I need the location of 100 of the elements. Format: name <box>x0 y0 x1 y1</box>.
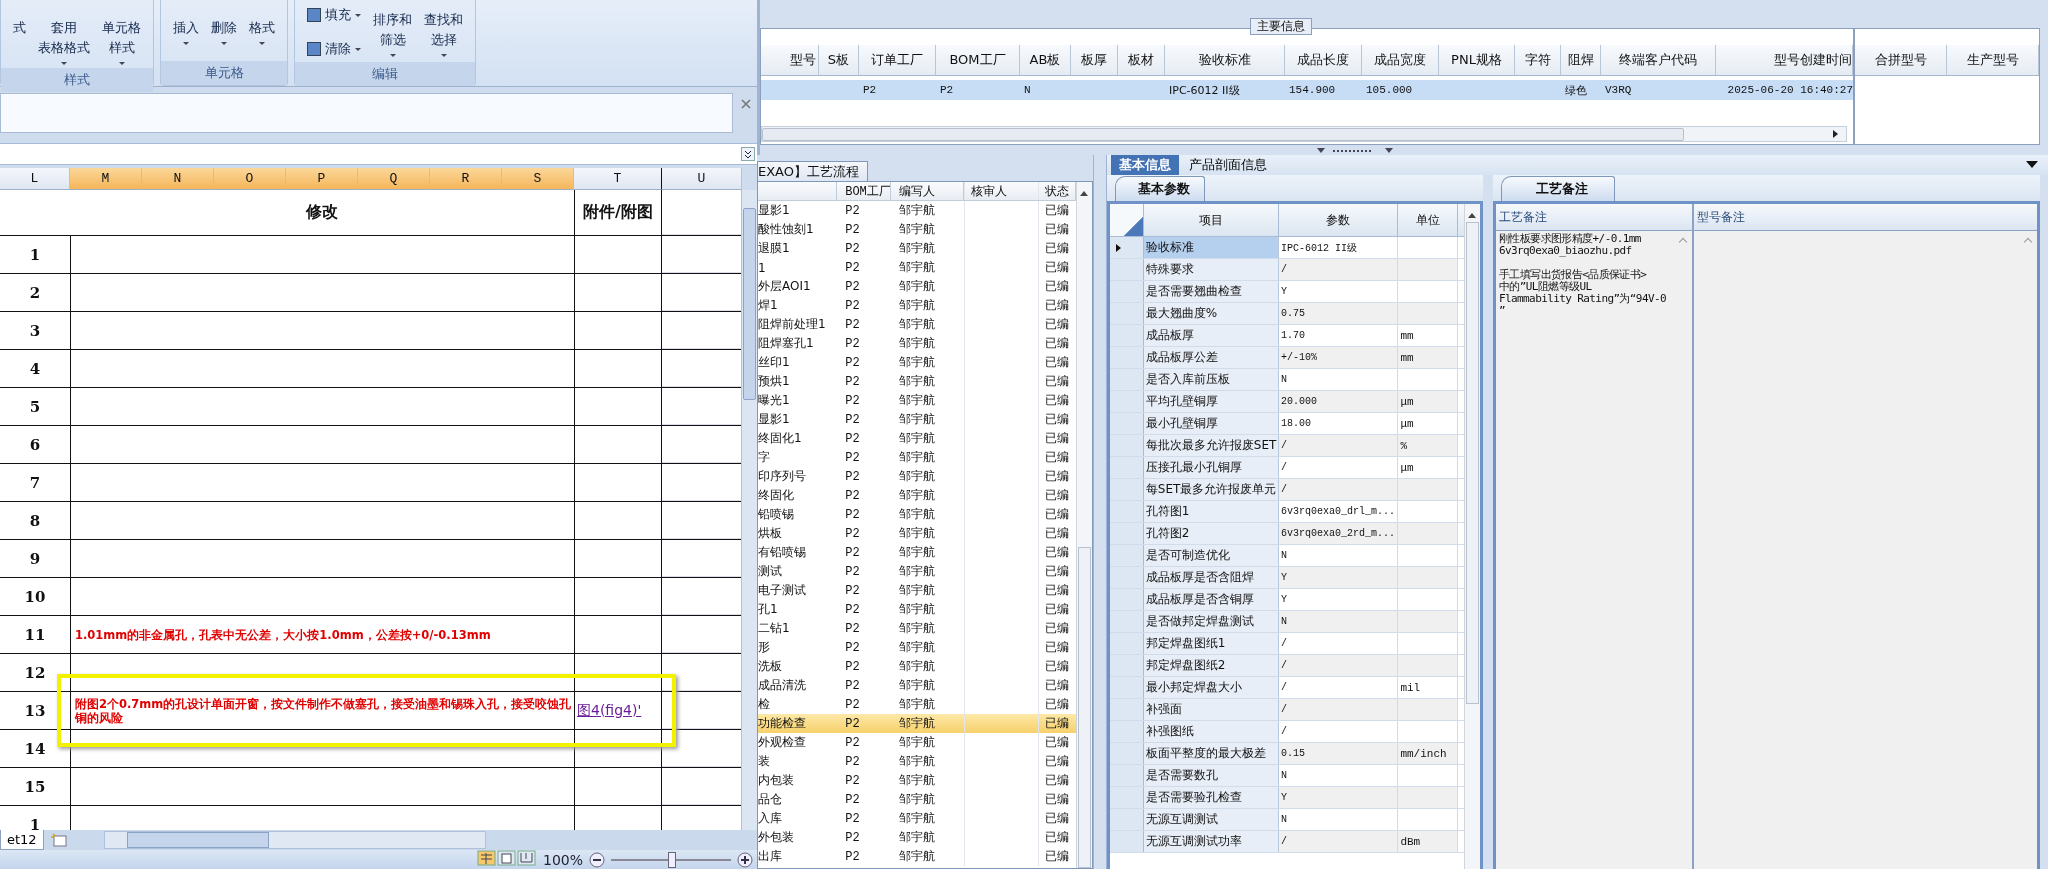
table-row[interactable]: 酸性蚀刻1 P2 邹宇航 已编 <box>758 220 1076 239</box>
ribbon-button[interactable]: 插入 <box>169 0 203 48</box>
tab[interactable]: 产品剖面信息 <box>1181 155 1275 175</box>
table-row[interactable]: 测试 P2 邹宇航 已编 <box>758 562 1076 581</box>
column-header[interactable]: BOM工厂 <box>837 182 891 200</box>
table-row[interactable]: 预烘1 P2 邹宇航 已编 <box>758 372 1076 391</box>
table-row[interactable]: 外层AOI1 P2 邹宇航 已编 <box>758 277 1076 296</box>
scrollbar[interactable] <box>741 190 757 830</box>
row-header[interactable] <box>1110 237 1144 258</box>
ribbon-button[interactable]: 式 <box>9 0 30 38</box>
column-header[interactable]: 板材 <box>1118 45 1165 75</box>
scrollbar[interactable] <box>761 126 1847 142</box>
table-row[interactable]: 退膜1 P2 邹宇航 已编 <box>758 239 1076 258</box>
column-header[interactable]: 生产型号 <box>1947 45 2039 75</box>
ribbon-button[interactable]: 格式 <box>245 0 279 48</box>
column-header[interactable]: 项目 <box>1143 204 1280 236</box>
table-row[interactable]: 阻焊前处理1 P2 邹宇航 已编 <box>758 315 1076 334</box>
table-row[interactable]: 终固化1 P2 邹宇航 已编 <box>758 429 1076 448</box>
table-row[interactable]: 显影1 P2 邹宇航 已编 <box>758 410 1076 429</box>
scrollbar[interactable] <box>1076 182 1092 868</box>
table-row[interactable]: 二钻1 P2 邹宇航 已编 <box>758 619 1076 638</box>
sheet-tab[interactable]: et12 <box>0 830 44 850</box>
column-header[interactable]: 成品宽度 <box>1362 45 1439 75</box>
dropdown-icon[interactable] <box>2026 161 2038 169</box>
table-row[interactable]: 入库 P2 邹宇航 已编 <box>758 809 1076 828</box>
column-header[interactable]: BOM工厂 <box>936 45 1020 75</box>
column-header[interactable]: AB板 <box>1020 45 1071 75</box>
table-row[interactable]: 装 P2 邹宇航 已编 <box>758 752 1076 771</box>
column-header[interactable]: 板厚 <box>1071 45 1118 75</box>
panel-tab[interactable]: 工艺备注 <box>1501 176 1615 201</box>
view-buttons[interactable] <box>476 850 537 869</box>
corner-header[interactable] <box>1110 204 1144 236</box>
table-row[interactable]: 字 P2 邹宇航 已编 <box>758 448 1076 467</box>
table-cell-text: 功能检查 <box>758 715 807 732</box>
close-icon[interactable] <box>741 99 751 109</box>
column-header[interactable]: L <box>0 168 70 190</box>
panel-tab[interactable]: 基本参数 <box>1115 176 1205 201</box>
table-row[interactable]: 外包装 P2 邹宇航 已编 <box>758 828 1076 847</box>
table-row[interactable]: 品仓 P2 邹宇航 已编 <box>758 790 1076 809</box>
column-header[interactable]: S <box>502 168 574 190</box>
column-header[interactable]: PNL规格 <box>1439 45 1515 75</box>
table-row[interactable]: P2 P2 N IPC-6012 II级 154.900 105.000 绿色 V3RQ 2025-06-20 16:40:27 <box>761 80 1853 100</box>
table-row[interactable]: 成品清洗 P2 邹宇航 已编 <box>758 676 1076 695</box>
column-header[interactable]: 订单工厂 <box>859 45 936 75</box>
expand-icon[interactable] <box>741 147 755 161</box>
column-header[interactable]: 参数 <box>1279 204 1399 236</box>
column-header[interactable]: Q <box>358 168 430 190</box>
ribbon-button[interactable]: 填充 <box>303 4 365 26</box>
table-row[interactable]: 内包装 P2 邹宇航 已编 <box>758 771 1076 790</box>
column-header[interactable]: P <box>286 168 358 190</box>
column-header[interactable]: 阻焊 <box>1561 45 1601 75</box>
column-header[interactable]: 验收标准 <box>1165 45 1285 75</box>
ribbon-button[interactable]: 清除 <box>303 38 365 60</box>
table-row[interactable]: 1 P2 邹宇航 已编 <box>758 258 1076 277</box>
column-header[interactable]: 字符 <box>1515 45 1561 75</box>
splitter-handle[interactable] <box>1315 147 1395 155</box>
zoom-out-icon[interactable] <box>589 851 605 868</box>
zoom-in-icon[interactable] <box>737 851 753 868</box>
table-row[interactable]: 终固化 P2 邹宇航 已编 <box>758 486 1076 505</box>
column-header[interactable]: 型号创建时间 <box>1716 45 1853 75</box>
column-header[interactable]: 编写人 <box>890 182 965 200</box>
column-header[interactable]: M <box>70 168 142 190</box>
table-row[interactable]: 烘板 P2 邹宇航 已编 <box>758 524 1076 543</box>
column-header[interactable]: 终端客户代码 <box>1601 45 1716 75</box>
column-header[interactable]: R <box>430 168 502 190</box>
table-row[interactable]: 曝光1 P2 邹宇航 已编 <box>758 391 1076 410</box>
column-header[interactable]: N <box>142 168 214 190</box>
table-row[interactable]: 功能检查 P2 邹宇航 已编 <box>758 714 1076 733</box>
panel-tab[interactable]: EXAO】工艺流程 <box>757 161 869 181</box>
column-header[interactable]: U <box>662 168 742 190</box>
scrollbar[interactable] <box>1464 204 1480 869</box>
column-header[interactable]: 成品长度 <box>1285 45 1362 75</box>
table-row[interactable]: 出库 P2 邹宇航 已编 <box>758 847 1076 866</box>
attachment-link[interactable]: 图4(fig4)' <box>575 701 642 720</box>
table-row[interactable]: 孔1 P2 邹宇航 已编 <box>758 600 1076 619</box>
table-row[interactable]: 电子测试 P2 邹宇航 已编 <box>758 581 1076 600</box>
table-row[interactable]: 铅喷锡 P2 邹宇航 已编 <box>758 505 1076 524</box>
table-row[interactable]: 丝印1 P2 邹宇航 已编 <box>758 353 1076 372</box>
column-header[interactable]: 单位 <box>1398 204 1459 236</box>
table-row[interactable]: 有铅喷锡 P2 邹宇航 已编 <box>758 543 1076 562</box>
tab[interactable]: 基本信息 <box>1111 155 1179 175</box>
table-cell-text: 检 <box>758 696 771 713</box>
table-row[interactable]: 显影1 P2 邹宇航 已编 <box>758 201 1076 220</box>
column-header[interactable]: 型号备注 <box>1694 204 2037 230</box>
table-row[interactable]: 外观检查 P2 邹宇航 已编 <box>758 733 1076 752</box>
table-row[interactable]: 洗板 P2 邹宇航 已编 <box>758 657 1076 676</box>
column-header[interactable]: T <box>574 168 662 190</box>
ribbon-button[interactable]: 删除 <box>207 0 241 48</box>
column-header[interactable]: S板 <box>819 45 859 75</box>
table-row[interactable]: 印序列号 P2 邹宇航 已编 <box>758 467 1076 486</box>
column-header[interactable]: 型号 <box>761 45 819 75</box>
table-row[interactable]: 形 P2 邹宇航 已编 <box>758 638 1076 657</box>
column-header[interactable]: O <box>214 168 286 190</box>
column-header[interactable]: 核审人 <box>964 182 1040 200</box>
column-header[interactable]: 工艺备注 <box>1496 204 1694 230</box>
comment-field[interactable] <box>0 93 733 133</box>
table-row[interactable]: 焊1 P2 邹宇航 已编 <box>758 296 1076 315</box>
scrollbar[interactable] <box>103 831 486 849</box>
table-row[interactable]: 阻焊塞孔1 P2 邹宇航 已编 <box>758 334 1076 353</box>
column-header[interactable]: 合拼型号 <box>1855 45 1947 75</box>
